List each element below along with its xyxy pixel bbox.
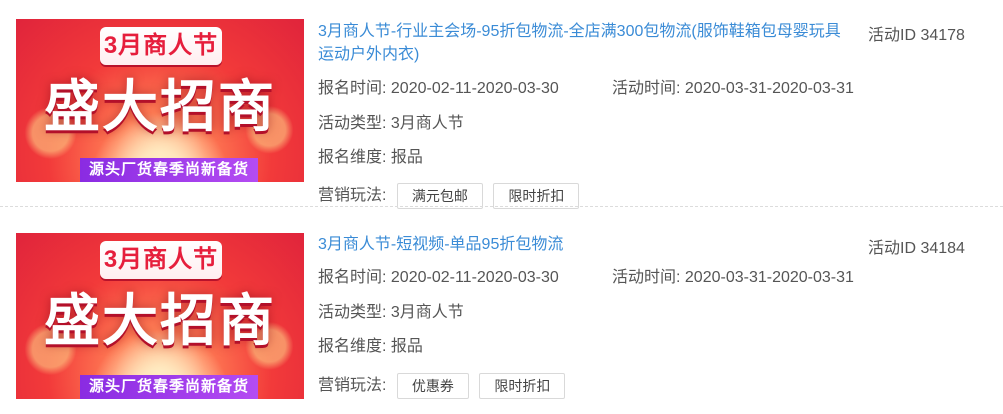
registration-time-value: 2020-02-11-2020-03-30 <box>390 269 559 286</box>
activity-banner-image[interactable]: 3月商人节 盛大招商 源头厂货春季尚新备货 <box>16 233 304 399</box>
activity-time: 活动时间: 2020-03-31-2020-03-31 <box>612 267 854 289</box>
banner-headline: 盛大招商 <box>44 289 276 352</box>
marketing-tag[interactable]: 优惠券 <box>396 373 469 399</box>
activity-id: 活动ID 34184 <box>868 240 965 257</box>
registration-dimension-label: 报名维度: <box>318 338 387 355</box>
registration-dimension: 报名维度: 报品 <box>318 336 423 358</box>
registration-dimension-value: 报品 <box>390 338 423 355</box>
activity-type-value: 3月商人节 <box>390 304 464 321</box>
activity-type-label: 活动类型: <box>318 304 387 321</box>
activity-time-label: 活动时间: <box>612 269 681 286</box>
marketing-methods: 营销玩法: 优惠券 限时折扣 <box>318 373 566 399</box>
banner-tag: 3月商人节 <box>100 241 222 279</box>
registration-time: 报名时间: 2020-02-11-2020-03-30 <box>318 267 559 289</box>
activity-type: 活动类型: 3月商人节 <box>318 302 464 324</box>
activity-item: 3月商人节 盛大招商 源头厂货春季尚新备货 3月商人节-短视频-单品95折包物流… <box>0 0 1003 399</box>
registration-time-label: 报名时间: <box>318 269 387 286</box>
activity-list: 3月商人节 盛大招商 源头厂货春季尚新备货 3月商人节-行业主会场-95折包物流… <box>0 0 1003 414</box>
banner-strip: 源头厂货春季尚新备货 <box>80 375 258 399</box>
marketing-tag[interactable]: 限时折扣 <box>479 373 566 399</box>
marketing-methods-label: 营销玩法: <box>318 377 387 395</box>
activity-time-value: 2020-03-31-2020-03-31 <box>684 269 854 286</box>
activity-title-link[interactable]: 3月商人节-短视频-单品95折包物流 <box>318 233 848 256</box>
